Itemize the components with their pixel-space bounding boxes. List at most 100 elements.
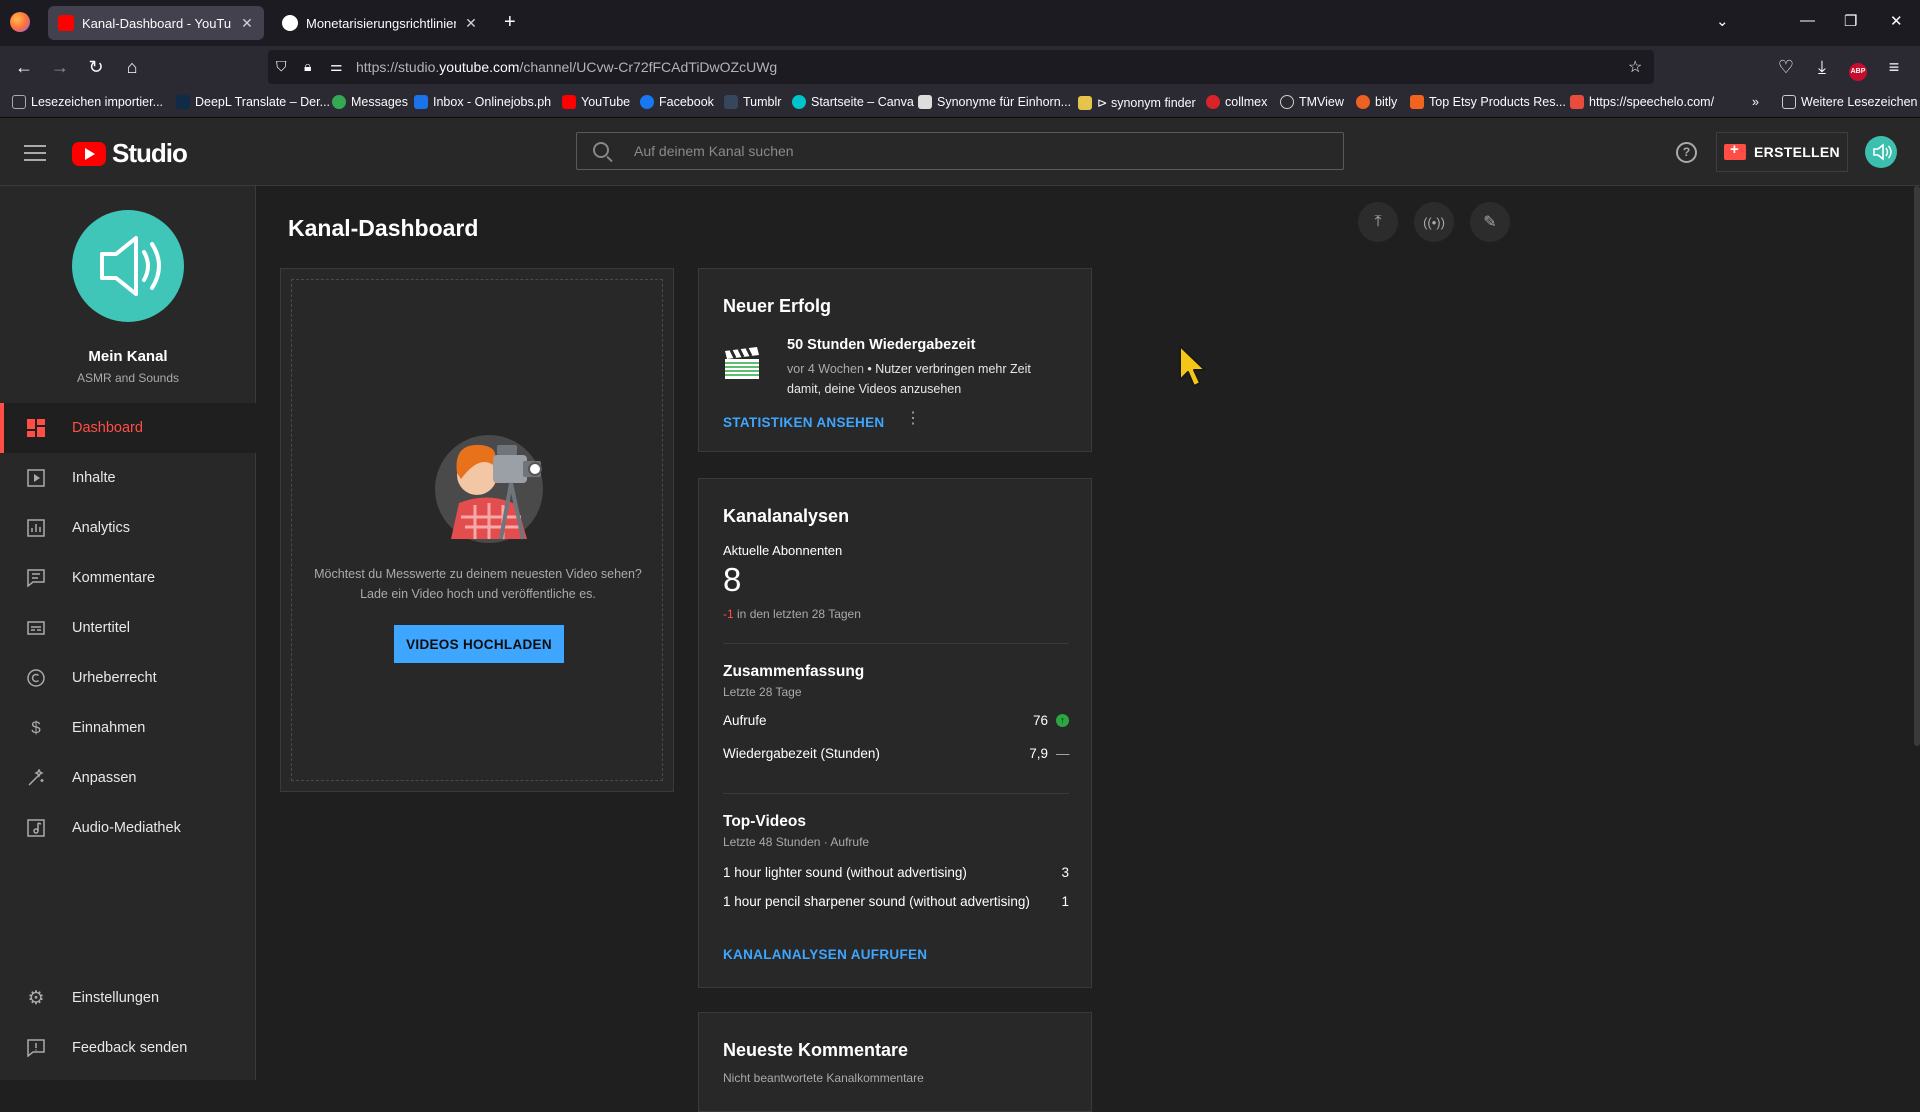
collmex-icon	[1206, 95, 1220, 109]
top-video-row[interactable]: 1 hour lighter sound (without advertisin…	[723, 865, 1069, 880]
bookmark-item[interactable]: Messages	[332, 95, 408, 109]
new-tab-icon[interactable]: +	[504, 12, 516, 32]
milestone-card-title: Neuer Erfolg	[723, 296, 832, 316]
bookmark-item[interactable]: Lesezeichen importier...	[12, 95, 163, 109]
channel-search[interactable]	[576, 132, 1344, 170]
bookmark-item[interactable]: Top Etsy Products Res...	[1410, 95, 1566, 109]
channel-avatar[interactable]	[72, 210, 184, 322]
bookmark-item[interactable]: bitly	[1356, 95, 1397, 109]
create-post-icon[interactable]: ✎	[1470, 202, 1510, 242]
menu-icon[interactable]: ≡	[1882, 56, 1906, 78]
more-bookmarks-icon[interactable]: »	[1752, 95, 1759, 109]
page-title: Kanal-Dashboard	[288, 215, 479, 241]
sidebar-item-urheberrecht[interactable]: Urheberrecht	[0, 653, 256, 703]
url-text[interactable]: https://studio.youtube.com/channel/UCvw-…	[356, 59, 777, 75]
other-bookmarks-folder[interactable]: Weitere Lesezeichen	[1782, 95, 1918, 109]
sidebar-item-einnahmen[interactable]: $ Einnahmen	[0, 703, 256, 753]
feedback-icon	[26, 1038, 46, 1058]
reload-icon[interactable]: ↻	[84, 56, 108, 78]
pocket-icon[interactable]: ♡	[1774, 56, 1798, 78]
bookmark-item[interactable]: Tumblr	[724, 95, 781, 109]
search-icon	[593, 142, 609, 158]
tab-kanal-dashboard[interactable]: Kanal-Dashboard - YouTube Studio ✕	[48, 6, 264, 40]
bookmark-item[interactable]: https://speechelo.com/	[1570, 95, 1714, 109]
help-icon[interactable]: ?	[1676, 142, 1697, 163]
milestone-description: vor 4 Wochen • Nutzer verbringen mehr Ze…	[787, 362, 1031, 396]
sidebar-item-analytics[interactable]: Analytics	[0, 503, 256, 553]
clapperboard-icon	[725, 347, 759, 379]
hamburger-menu-icon[interactable]	[24, 140, 46, 166]
analytics-card-title: Kanalanalysen	[723, 506, 850, 526]
channel-subtitle: ASMR and Sounds	[76, 371, 180, 385]
youtube-studio-logo[interactable]: Studio	[72, 138, 188, 169]
globe-icon	[1280, 95, 1294, 109]
comments-card-title: Neueste Kommentare	[723, 1040, 909, 1060]
view-stats-link[interactable]: STATISTIKEN ANSEHEN	[723, 415, 884, 430]
account-avatar[interactable]	[1865, 136, 1897, 168]
sidebar-item-dashboard[interactable]: Dashboard	[0, 403, 256, 453]
lock-icon[interactable]: 🔒︎	[304, 58, 311, 75]
restore-icon[interactable]: ❐	[1844, 12, 1857, 30]
tab-monetarisierung[interactable]: Monetarisierungsrichtlinien von YouTube …	[272, 6, 488, 40]
dashboard-icon	[26, 418, 46, 438]
facebook-icon	[640, 95, 654, 109]
firefox-logo-icon[interactable]	[10, 12, 30, 32]
more-options-icon[interactable]: ⋮	[905, 411, 921, 427]
home-icon[interactable]: ⌂	[120, 56, 144, 78]
bookmark-item[interactable]: collmex	[1206, 95, 1267, 109]
top-video-row[interactable]: 1 hour pencil sharpener sound (without a…	[723, 894, 1069, 909]
subtitles-icon	[26, 618, 46, 638]
summary-row-views: Aufrufe 76 ↑	[723, 713, 1069, 728]
back-icon[interactable]: ←	[12, 56, 36, 78]
forward-icon[interactable]: →	[48, 56, 72, 78]
downloads-icon[interactable]: ⤓	[1810, 56, 1834, 78]
bookmark-item[interactable]: YouTube	[562, 95, 630, 109]
create-button[interactable]: ERSTELLEN	[1716, 132, 1848, 172]
bookmark-star-icon[interactable]: ☆	[1628, 57, 1642, 77]
bookmark-item[interactable]: ⊳ synonym finder	[1078, 95, 1196, 110]
bookmark-item[interactable]: Inbox - Onlinejobs.ph	[414, 95, 551, 109]
go-live-icon[interactable]: ((•))	[1414, 202, 1454, 242]
open-analytics-link[interactable]: KANALANALYSEN AUFRUFEN	[723, 947, 927, 962]
upload-prompt-text: Möchtest du Messwerte zu deinem neuesten…	[314, 567, 642, 601]
divider	[723, 793, 1069, 794]
sidebar-item-audio-mediathek[interactable]: Audio-Mediathek	[0, 803, 256, 853]
upload-dropzone: Möchtest du Messwerte zu deinem neuesten…	[291, 279, 663, 781]
summary-title: Zusammenfassung	[723, 663, 865, 680]
sidebar-item-anpassen[interactable]: Anpassen	[0, 753, 256, 803]
upload-icon[interactable]: ⤒	[1358, 202, 1398, 242]
close-window-icon[interactable]: ✕	[1890, 12, 1903, 30]
minimize-icon[interactable]: —	[1800, 12, 1815, 29]
bookmarks-bar: Lesezeichen importier... DeepL Translate…	[0, 88, 1920, 118]
page-scrollbar[interactable]	[1914, 186, 1920, 746]
magic-wand-icon	[26, 768, 46, 788]
bookmark-item[interactable]: TMView	[1280, 95, 1344, 109]
top-videos-title: Top-Videos	[723, 813, 806, 830]
bookmark-item[interactable]: DeepL Translate – Der...	[176, 95, 330, 109]
gear-icon: ⚙	[27, 987, 45, 1009]
close-tab-icon[interactable]: ✕	[464, 15, 478, 32]
search-input[interactable]	[632, 133, 1332, 169]
content-icon	[26, 468, 46, 488]
sidebar-item-untertitel[interactable]: Untertitel	[0, 603, 256, 653]
list-all-tabs-icon[interactable]: ⌄	[1716, 12, 1729, 30]
sidebar-item-feedback[interactable]: Feedback senden	[0, 1023, 256, 1073]
permissions-icon[interactable]: ⚌	[330, 58, 343, 75]
bookmark-item[interactable]: Synonyme für Einhorn...	[918, 95, 1071, 109]
adblock-icon[interactable]: ABP	[1846, 56, 1870, 81]
sidebar-item-kommentare[interactable]: Kommentare	[0, 553, 256, 603]
dollar-icon: $	[31, 718, 41, 737]
bookmark-item[interactable]: Startseite – Canva	[792, 95, 914, 109]
channel-name: Mein Kanal	[88, 348, 168, 365]
subscribers-change: -1 in den letzten 28 Tagen	[723, 607, 861, 621]
bookmark-item[interactable]: Facebook	[640, 95, 714, 109]
shield-icon[interactable]: ⛉	[276, 58, 287, 75]
sidebar-item-inhalte[interactable]: Inhalte	[0, 453, 256, 503]
close-tab-icon[interactable]: ✕	[240, 15, 254, 32]
top-videos-subtitle: Letzte 48 Stunden · Aufrufe	[723, 835, 870, 849]
audio-library-icon	[26, 818, 46, 838]
upload-videos-button[interactable]: VIDEOS HOCHLADEN	[394, 625, 564, 663]
sidebar-item-einstellungen[interactable]: ⚙ Einstellungen	[0, 973, 256, 1023]
url-bar[interactable]: ⛉ 🔒︎ ⚌ https://studio.youtube.com/channe…	[268, 50, 1654, 84]
summary-subtitle: Letzte 28 Tage	[723, 685, 802, 699]
